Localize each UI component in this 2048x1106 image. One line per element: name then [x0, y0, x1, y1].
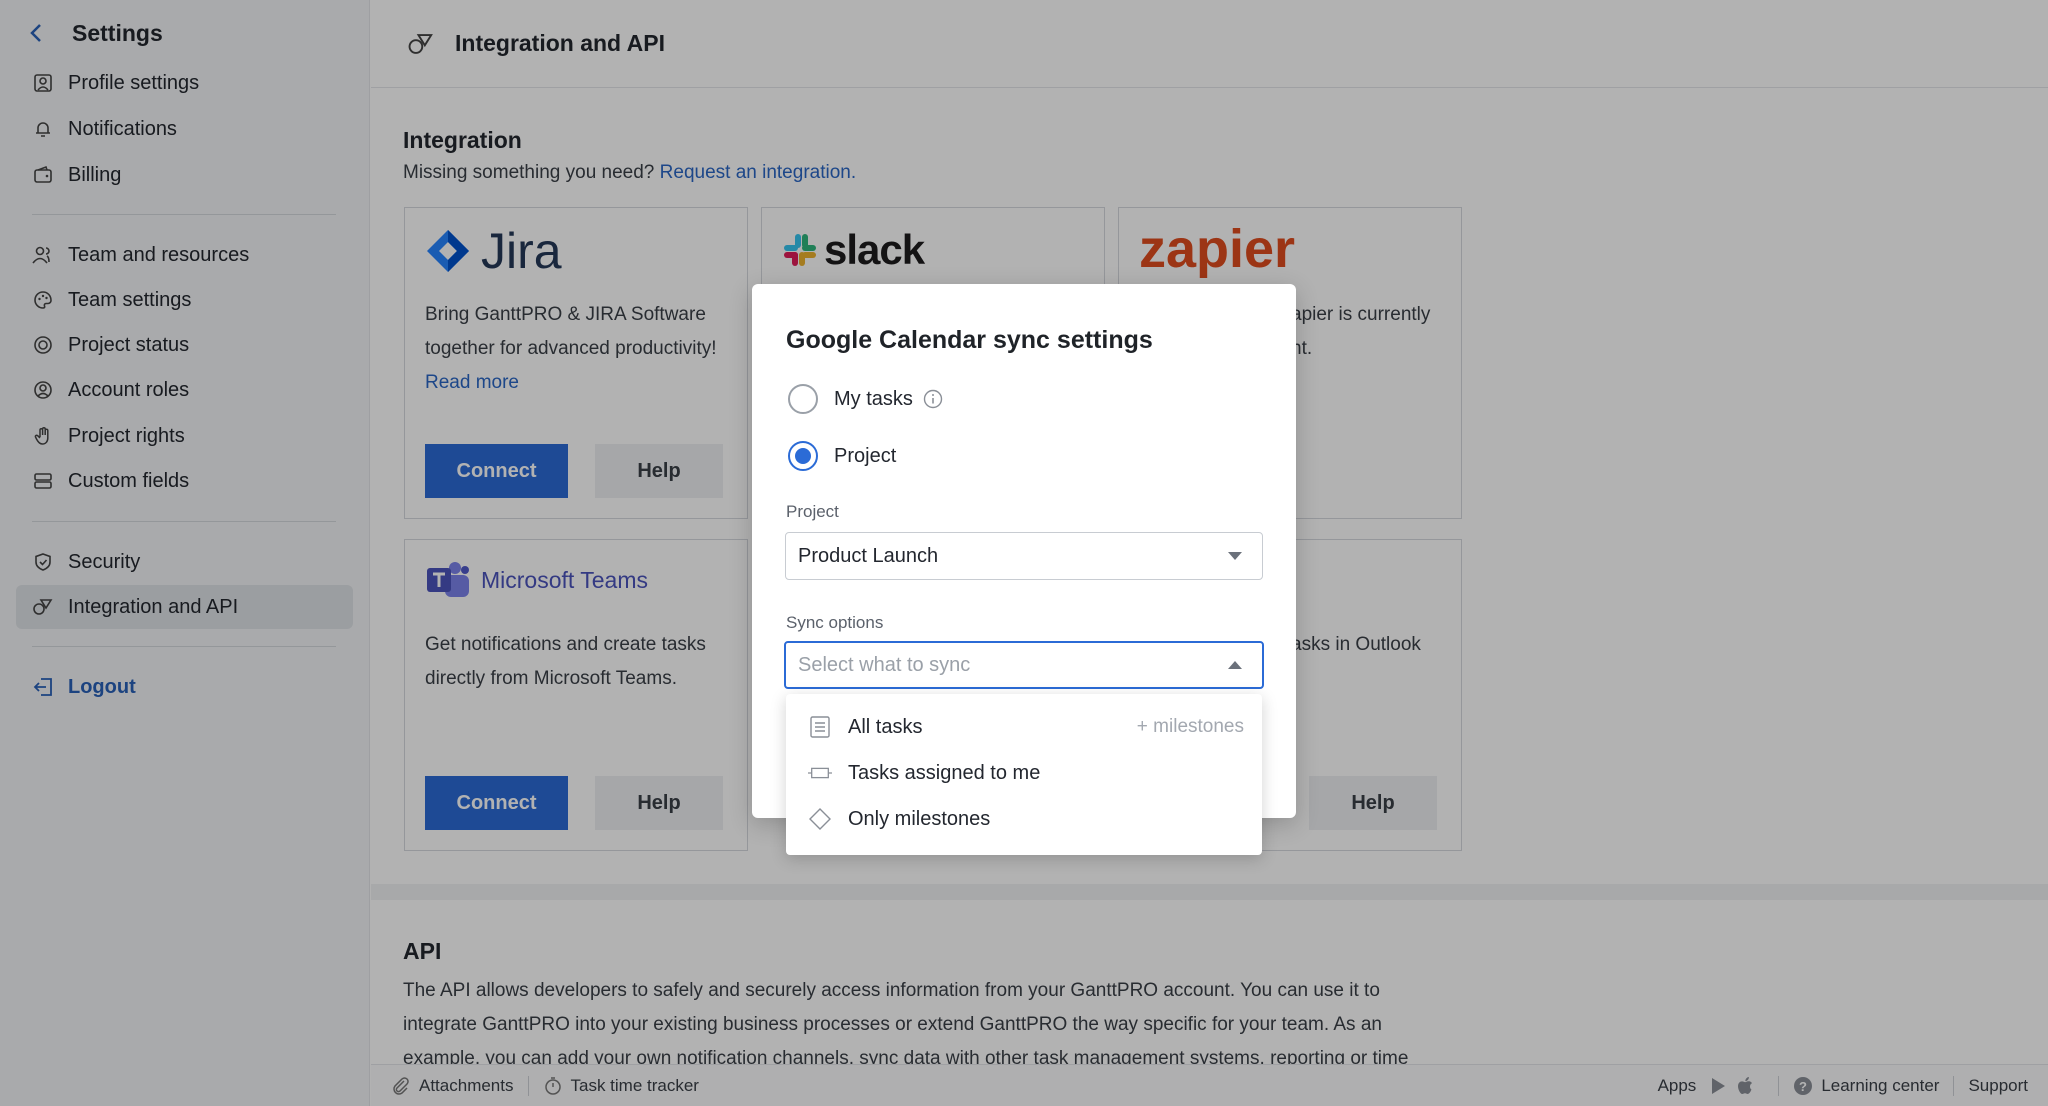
list-icon — [808, 715, 832, 739]
sync-options-select[interactable]: Select what to sync — [784, 641, 1264, 689]
option-only-milestones[interactable]: Only milestones — [786, 796, 1262, 842]
project-field-label: Project — [786, 502, 839, 521]
chevron-down-icon — [1228, 552, 1242, 560]
sync-options-dropdown: All tasks + milestones Tasks assigned to… — [786, 694, 1262, 855]
chevron-up-icon — [1228, 661, 1242, 669]
radio-my-tasks[interactable]: My tasks — [788, 384, 943, 414]
sync-options-placeholder: Select what to sync — [798, 653, 971, 676]
option-label: Only milestones — [848, 807, 991, 830]
project-select[interactable]: Product Launch — [785, 532, 1263, 580]
option-all-tasks[interactable]: All tasks + milestones — [786, 704, 1262, 750]
info-icon[interactable] — [923, 389, 943, 409]
radio-project-label: Project — [834, 444, 897, 467]
milestone-diamond-icon — [808, 807, 832, 831]
option-tasks-assigned-to-me[interactable]: Tasks assigned to me — [786, 750, 1262, 796]
radio-button-checked[interactable] — [788, 441, 818, 471]
option-hint: + milestones — [1136, 716, 1244, 737]
radio-project[interactable]: Project — [788, 441, 896, 471]
option-label: All tasks — [848, 715, 923, 738]
modal-title: Google Calendar sync settings — [786, 326, 1153, 354]
radio-button[interactable] — [788, 384, 818, 414]
project-select-value: Product Launch — [798, 544, 939, 567]
task-bar-icon — [808, 761, 832, 785]
radio-my-tasks-label: My tasks — [834, 387, 913, 410]
sync-options-label: Sync options — [786, 613, 884, 632]
option-label: Tasks assigned to me — [848, 761, 1041, 784]
